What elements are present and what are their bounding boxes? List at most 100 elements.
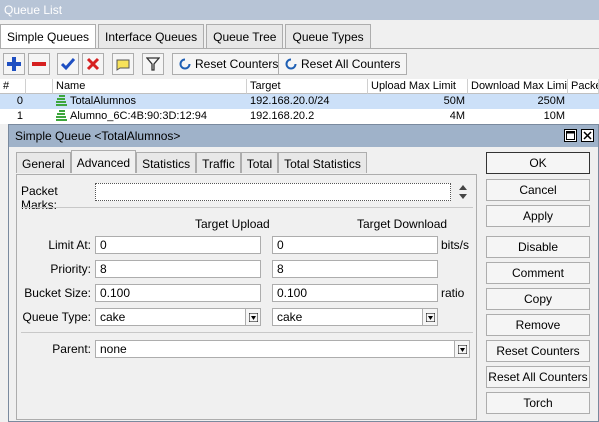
maximize-icon	[566, 131, 575, 140]
queue-type-upload-dropdown-button[interactable]	[245, 309, 260, 325]
dialog-titlebar[interactable]: Simple Queue <TotalAlumnos>	[9, 125, 598, 147]
reset-all-counters-label: Reset All Counters	[301, 57, 401, 71]
tab-queue-tree[interactable]: Queue Tree	[206, 24, 284, 48]
add-button[interactable]	[3, 53, 25, 75]
target-upload-header: Target Upload	[195, 217, 270, 231]
bucket-size-download-input[interactable]: 0.100	[272, 284, 438, 302]
comment-button[interactable]: Comment	[486, 262, 590, 284]
close-button[interactable]	[581, 129, 594, 142]
torch-button[interactable]: Torch	[486, 392, 590, 414]
column-header-download-max-limit[interactable]: Download Max Limit	[468, 79, 568, 94]
column-header-name[interactable]: Name	[53, 79, 247, 94]
row-name-cell: Alumno_6C:4B:90:3D:12:94	[53, 109, 247, 124]
row-target: 192.168.20.0/24	[250, 95, 330, 107]
row-flags	[26, 94, 53, 109]
comment-button[interactable]	[112, 53, 134, 75]
table-row[interactable]: 1 Alumno_6C:4B:90:3D:12:94 192.168.20.2 …	[0, 109, 599, 124]
dropdown-arrow-icon	[425, 312, 435, 322]
dialog-title: Simple Queue <TotalAlumnos>	[15, 129, 181, 143]
column-header-flags[interactable]	[26, 79, 53, 94]
row-number: 1	[16, 110, 23, 122]
target-download-header: Target Download	[357, 217, 448, 231]
queue-type-download-dropdown-button[interactable]	[422, 309, 437, 325]
remove-button[interactable]: Remove	[486, 314, 590, 336]
priority-download-input[interactable]: 8	[272, 260, 438, 278]
dialog-tabs: General Advanced Statistics Traffic Tota…	[16, 150, 367, 174]
queue-list-tabs: Simple Queues Interface Queues Queue Tre…	[0, 24, 373, 49]
plus-icon	[7, 57, 21, 71]
queue-type-upload-value: cake	[100, 310, 126, 324]
row-target: 192.168.20.2	[250, 110, 315, 122]
row-upload-max-limit: 50M	[443, 95, 465, 107]
disable-button[interactable]	[82, 53, 104, 75]
queue-type-download-select[interactable]: cake	[272, 308, 438, 326]
priority-label: Priority:	[50, 262, 91, 276]
reset-all-counters-button[interactable]: Reset All Counters	[278, 53, 408, 75]
disable-button[interactable]: Disable	[486, 236, 590, 258]
reset-counters-button[interactable]: Reset Counters	[172, 53, 286, 75]
packet-marks-input[interactable]	[95, 183, 451, 201]
bucket-size-upload-input[interactable]: 0.100	[95, 284, 261, 302]
row-name: TotalAlumnos	[70, 95, 137, 107]
advanced-panel: Packet Marks: Target Upload Target Downl…	[16, 174, 477, 420]
check-icon	[61, 58, 75, 71]
dropdown-arrow-icon	[457, 344, 467, 354]
table-header: # Name Target Upload Max Limit Download …	[0, 79, 599, 94]
reset-counters-button[interactable]: Reset Counters	[486, 340, 590, 362]
parent-dropdown-button[interactable]	[454, 341, 469, 357]
tab-interface-queues[interactable]: Interface Queues	[98, 24, 205, 48]
simple-queue-dialog: Simple Queue <TotalAlumnos> General Adva…	[8, 124, 599, 422]
tab-advanced[interactable]: Advanced	[70, 150, 137, 173]
tab-simple-queues[interactable]: Simple Queues	[0, 24, 97, 49]
separator	[21, 207, 473, 208]
remove-button[interactable]	[28, 53, 50, 75]
tab-statistics[interactable]: Statistics	[136, 152, 197, 173]
row-flags	[26, 109, 53, 124]
cross-icon	[86, 57, 100, 71]
tab-traffic[interactable]: Traffic	[196, 152, 241, 173]
apply-button[interactable]: Apply	[486, 205, 590, 227]
row-name-cell: TotalAlumnos	[53, 94, 247, 109]
column-header-upload-max-limit[interactable]: Upload Max Limit	[368, 79, 468, 94]
reset-all-counters-button[interactable]: Reset All Counters	[486, 366, 590, 388]
limit-at-download-input[interactable]: 0	[272, 236, 438, 254]
column-header-packet-marks[interactable]: Packe	[568, 79, 599, 94]
row-name: Alumno_6C:4B:90:3D:12:94	[70, 110, 207, 122]
parent-select[interactable]: none	[95, 340, 470, 358]
queue-table: # Name Target Upload Max Limit Download …	[0, 79, 599, 124]
reset-icon	[179, 58, 191, 70]
updown-arrows-icon	[459, 185, 467, 199]
minus-icon	[32, 62, 46, 66]
tab-total-statistics[interactable]: Total Statistics	[278, 152, 367, 173]
row-download-max-limit: 10M	[543, 110, 565, 122]
limit-at-unit: bits/s	[441, 238, 470, 252]
table-row[interactable]: 0 TotalAlumnos 192.168.20.0/24 50M 250M	[0, 94, 599, 109]
priority-upload-input[interactable]: 8	[95, 260, 261, 278]
queue-type-upload-select[interactable]: cake	[95, 308, 261, 326]
bucket-size-label: Bucket Size:	[24, 286, 91, 300]
queue-icon	[56, 95, 67, 106]
parent-value: none	[100, 342, 127, 356]
enable-button[interactable]	[57, 53, 79, 75]
queue-icon	[56, 110, 67, 121]
column-header-target[interactable]: Target	[247, 79, 368, 94]
row-download-max-limit: 250M	[537, 95, 565, 107]
packet-marks-updown[interactable]	[456, 183, 470, 201]
close-icon	[583, 131, 592, 140]
row-upload-max-limit: 4M	[449, 110, 465, 122]
separator	[21, 332, 473, 333]
filter-button[interactable]	[142, 53, 164, 75]
bucket-size-unit: ratio	[441, 286, 465, 300]
note-icon	[116, 59, 130, 71]
tab-total[interactable]: Total	[240, 152, 279, 173]
limit-at-upload-input[interactable]: 0	[95, 236, 261, 254]
tab-general[interactable]: General	[16, 152, 71, 173]
reset-all-icon	[285, 58, 297, 70]
tab-queue-types[interactable]: Queue Types	[285, 24, 371, 48]
ok-button[interactable]: OK	[486, 152, 590, 174]
column-header-number[interactable]: #	[0, 79, 26, 94]
maximize-button[interactable]	[564, 129, 577, 142]
cancel-button[interactable]: Cancel	[486, 179, 590, 201]
copy-button[interactable]: Copy	[486, 288, 590, 310]
parent-label: Parent:	[52, 342, 91, 356]
